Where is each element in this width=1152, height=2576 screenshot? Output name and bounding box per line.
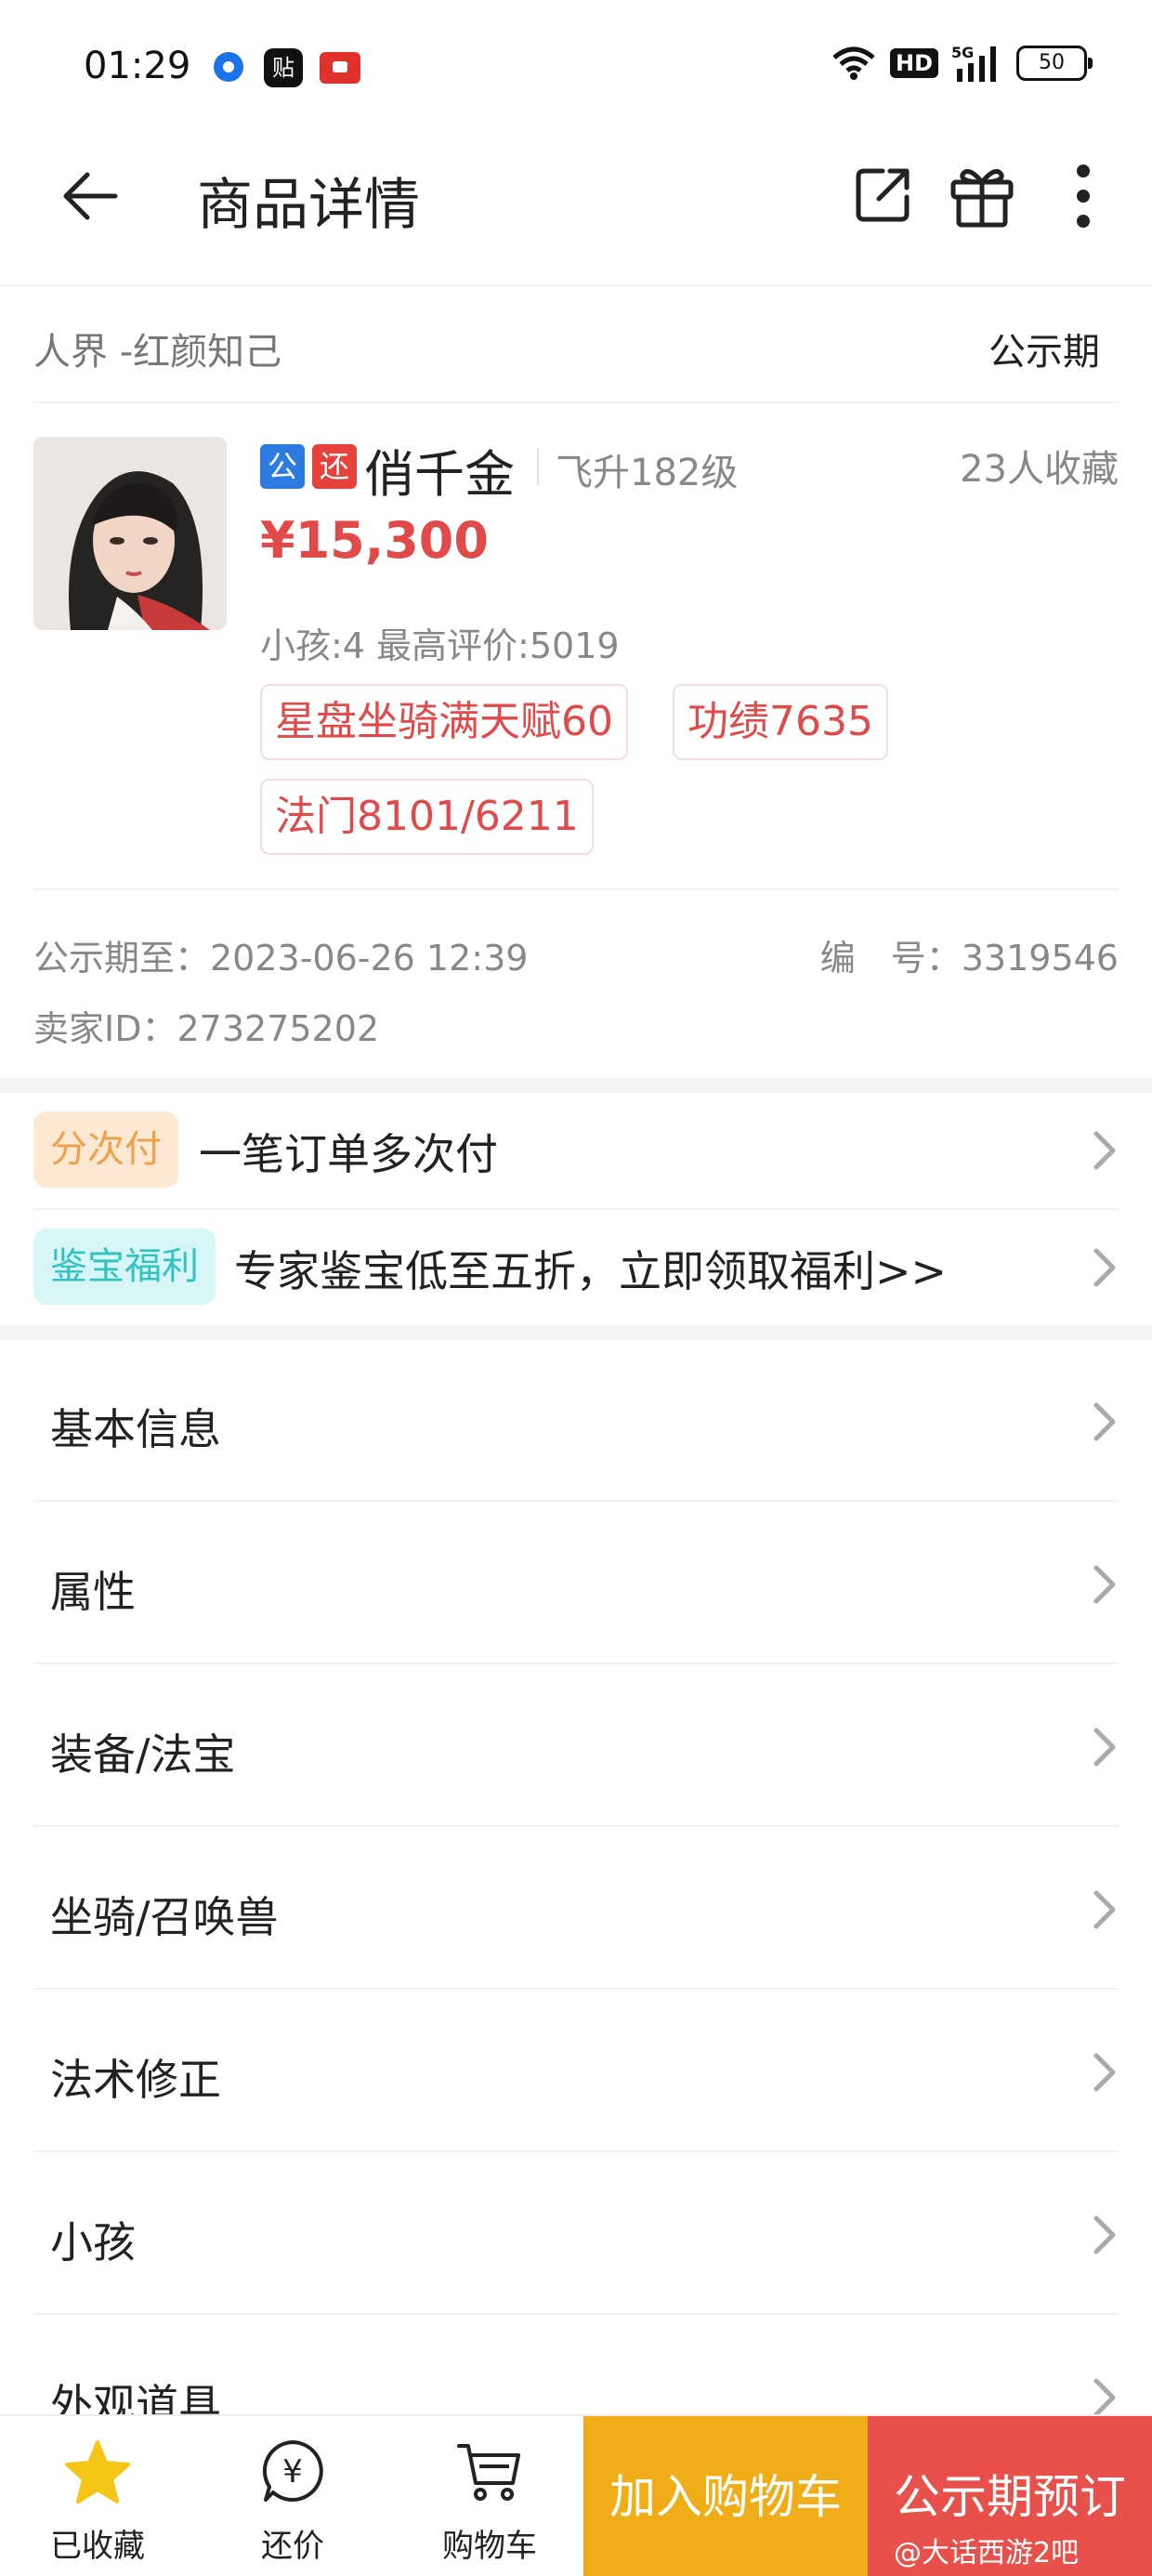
bargain-allowed-tag: 还 [312,444,357,489]
section-gap [0,1325,1152,1340]
menu-mounts-pets[interactable]: 坐骑/召唤兽 [33,1828,1119,1990]
chevron-right-icon [1091,2215,1119,2255]
chevron-right-icon [1091,1889,1119,1930]
public-period-tag: 公 [260,444,305,489]
menu-equipment[interactable]: 装备/法宝 [33,1665,1119,1827]
installment-badge: 分次付 [33,1111,178,1188]
cart-label: 购物车 [442,2528,537,2565]
menu-label: 属性 [50,1567,136,1617]
favorite-count: 23人收藏 [960,448,1119,491]
appraisal-promo-row[interactable]: 鉴宝福利 专家鉴宝低至五折，立即领取福利>> [33,1210,1119,1325]
more-vertical-icon[interactable] [1065,162,1102,230]
installment-promo-row[interactable]: 分次付 一笔订单多次付 [33,1093,1119,1208]
price: ¥15,300 [260,511,489,570]
menu-label: 小孩 [50,2217,136,2267]
page-title: 商品详情 [197,173,420,238]
svg-text:5G: 5G [951,44,974,61]
name-level-divider [537,448,539,485]
character-avatar[interactable] [33,437,227,630]
signal-5g-icon: 5G [951,44,996,82]
chevron-right-icon [1091,1247,1119,1288]
share-icon[interactable] [851,162,916,227]
menu-basic-info[interactable]: 基本信息 [33,1340,1119,1502]
cart-button[interactable]: 购物车 [420,2416,559,2576]
top-nav-bar: 商品详情 [0,130,1152,286]
serial-number: 编 号：3319546 [819,938,1119,979]
bargain-button[interactable]: ¥ 还价 [223,2416,362,2576]
highlight-chip: 功绩7635 [673,684,888,760]
svg-text:¥: ¥ [282,2453,303,2491]
menu-children[interactable]: 小孩 [33,2153,1119,2315]
status-right-group: HD 5G 50 [831,43,1093,84]
listing-status: 公示期 [988,331,1100,374]
app-notification-icon [214,52,243,82]
highlight-chip: 星盘坐骑满天赋60 [260,684,628,760]
chevron-right-icon [1091,1130,1119,1171]
chevron-right-icon [1091,1727,1119,1768]
status-time: 01:29 [84,45,191,87]
chevron-right-icon [1091,1564,1119,1605]
favorite-button[interactable]: 已收藏 [28,2416,167,2576]
add-to-cart-button[interactable]: 加入购物车 [583,2416,868,2576]
installment-text: 一笔订单多次付 [199,1129,498,1179]
chevron-right-icon [1091,1401,1119,1442]
back-arrow-icon[interactable] [58,164,123,229]
seller-id: 卖家ID：273275202 [33,1008,380,1049]
wifi-icon [832,46,875,80]
section-gap [0,1078,1152,1093]
battery-icon: 50 [1016,46,1093,81]
tieba-watermark: @大话西游2吧 [894,2537,1080,2569]
appraisal-badge: 鉴宝福利 [33,1229,216,1305]
gift-icon[interactable] [948,162,1016,230]
menu-label: 装备/法宝 [50,1729,236,1780]
chevron-right-icon [1091,2052,1119,2093]
yen-chat-icon: ¥ [262,2440,323,2502]
star-icon [65,2440,130,2504]
menu-label: 基本信息 [50,1404,221,1454]
menu-spell-correction[interactable]: 法术修正 [33,1991,1119,2152]
chevron-right-icon [1091,2377,1119,2418]
highlight-chip: 法门8101/6211 [260,779,594,855]
shopping-cart-icon [457,2444,520,2501]
hd-voice-icon: HD [889,48,938,78]
server-name: 人界 -红颜知己 [33,331,282,374]
menu-label: 坐骑/召唤兽 [50,1892,279,1942]
product-meta: 小孩:4 最高评价:5019 [260,625,620,666]
tieba-notification-icon: 贴 [264,48,303,87]
public-until: 公示期至：2023-06-26 12:39 [33,938,529,979]
bargain-label: 还价 [261,2528,324,2565]
red-envelope-notification-icon [320,52,360,84]
role-name: 俏千金 [364,445,515,504]
appraisal-text: 专家鉴宝低至五折，立即领取福利>> [234,1246,948,1296]
menu-label: 法术修正 [50,2055,221,2105]
role-level: 飞升182级 [556,452,739,494]
server-row: 人界 -红颜知己 公示期 [33,286,1119,403]
menu-attributes[interactable]: 属性 [33,1503,1119,1664]
divider [33,888,1119,890]
favorite-label: 已收藏 [50,2528,145,2565]
status-bar: 01:29 贴 HD 5G 50 [0,0,1152,130]
